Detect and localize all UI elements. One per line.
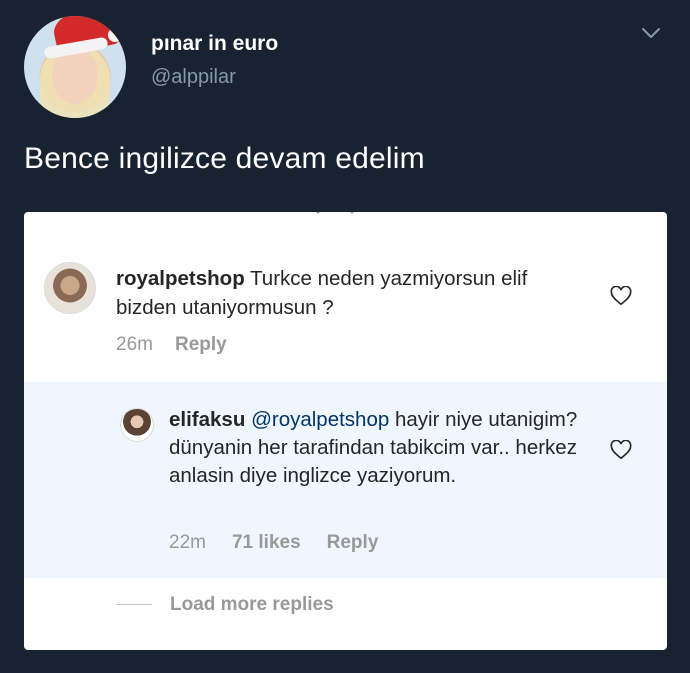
divider-line — [116, 604, 152, 605]
user-handle[interactable]: @alppilar — [151, 66, 236, 89]
comment-meta: 26m Reply — [116, 334, 249, 356]
reply-button[interactable]: Reply — [327, 532, 379, 553]
comment: royalpetshop Turkce neden yazmiyorsun el… — [24, 212, 667, 382]
display-name[interactable]: pınar in euro — [151, 32, 278, 56]
comment-username[interactable]: royalpetshop — [116, 267, 245, 290]
reply-body: elifaksu @royalpetshop hayir niye utanig… — [169, 406, 579, 490]
reply-time: 22m — [169, 532, 206, 553]
comment-time: 26m — [116, 334, 153, 355]
replier-avatar[interactable] — [120, 408, 154, 442]
santa-hat-pom — [108, 28, 122, 42]
embedded-screenshot[interactable]: royalpetshop Turkce neden yazmiyorsun el… — [24, 212, 667, 650]
user-avatar[interactable] — [24, 16, 126, 118]
load-more-label[interactable]: Load more replies — [170, 594, 334, 616]
commenter-avatar[interactable] — [44, 262, 96, 314]
tweet-header: pınar in euro @alppilar — [24, 8, 666, 118]
comment-body: royalpetshop Turkce neden yazmiyorsun el… — [116, 264, 586, 322]
reply-meta: 22m 71 likes Reply — [169, 532, 404, 554]
reply-comment: elifaksu @royalpetshop hayir niye utanig… — [24, 382, 667, 578]
load-more-replies[interactable]: Load more replies — [24, 578, 667, 650]
chevron-down-icon[interactable] — [640, 22, 662, 44]
reply-button[interactable]: Reply — [175, 334, 227, 355]
likes-count[interactable]: 71 likes — [232, 532, 301, 553]
heart-outline-icon[interactable] — [610, 440, 632, 460]
reply-username[interactable]: elifaksu — [169, 408, 245, 431]
reply-mention[interactable]: @royalpetshop — [251, 408, 389, 431]
heart-outline-icon[interactable] — [610, 286, 632, 306]
tweet-text: Bence ingilizce devam edelim — [24, 142, 425, 175]
